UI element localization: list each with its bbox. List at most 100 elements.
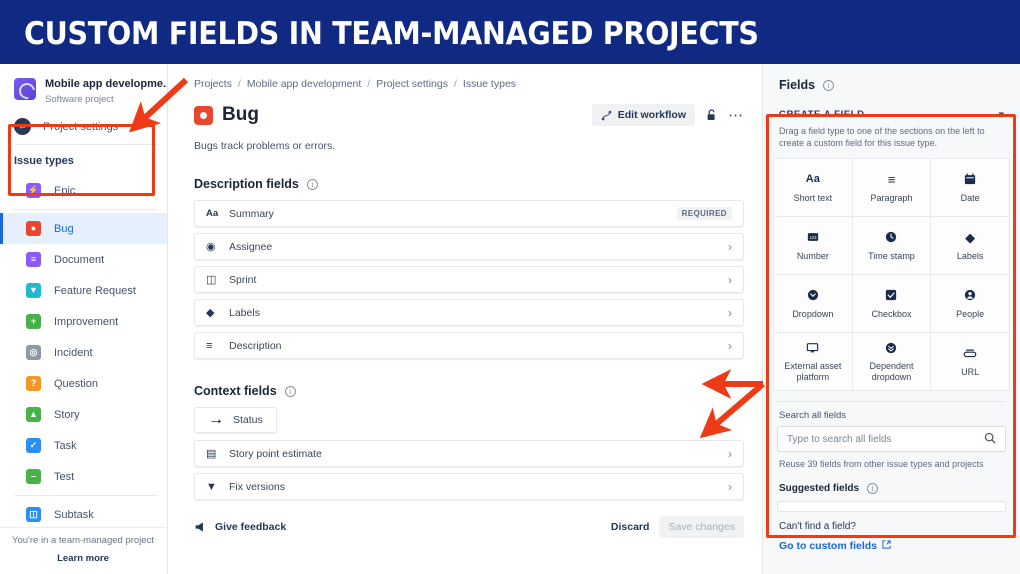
search-all-fields-label: Search all fields [779, 410, 847, 421]
app-shell: Mobile app developme... Software project… [0, 64, 1020, 574]
sidebar-item-epic[interactable]: ⚡ Epic [0, 175, 167, 206]
field-row-summary[interactable]: Aa Summary REQUIRED [194, 200, 744, 227]
sidebar-item-improvement[interactable]: + Improvement [0, 306, 167, 337]
field-type-short-text[interactable]: Aa Short text [774, 159, 852, 216]
url-icon [963, 346, 977, 361]
sidebar-item-label: Epic [54, 184, 76, 197]
create-a-field-description: Drag a field type to one of the sections… [779, 126, 985, 148]
give-feedback-label: Give feedback [215, 521, 287, 533]
reuse-fields-note: Reuse 39 fields from other issue types a… [779, 459, 984, 469]
incident-icon: ◎ [26, 345, 41, 360]
search-input[interactable] [787, 433, 984, 445]
discard-button[interactable]: Discard [611, 521, 650, 533]
more-actions-icon[interactable]: ⋯ [728, 108, 744, 123]
sidebar-item-test[interactable]: – Test [0, 461, 167, 492]
sidebar-item-task[interactable]: ✓ Task [0, 430, 167, 461]
info-icon[interactable]: i [306, 178, 318, 190]
sidebar-item-feature-request[interactable]: ▼ Feature Request [0, 275, 167, 306]
unlock-icon[interactable] [705, 108, 718, 122]
go-to-custom-fields-label: Go to custom fields [779, 540, 878, 552]
chevron-right-icon[interactable]: › [728, 480, 732, 494]
info-icon[interactable]: i [823, 79, 835, 91]
edit-workflow-button[interactable]: Edit workflow [591, 104, 695, 126]
field-type-external-asset-platform[interactable]: External asset platform [774, 333, 852, 390]
create-a-field-header[interactable]: CREATE A FIELD ▾ [773, 102, 1010, 125]
sidebar-item-story[interactable]: ▲ Story [0, 399, 167, 430]
back-arrow-icon: ← [14, 118, 31, 135]
sidebar-item-bug[interactable]: ● Bug [0, 213, 167, 244]
field-type-dropdown[interactable]: Dropdown [774, 275, 852, 332]
page-title: Bug [222, 104, 259, 125]
field-chip-status[interactable]: → Status [194, 407, 277, 433]
info-icon[interactable]: i [867, 483, 879, 494]
labels-icon: ◆ [965, 229, 976, 245]
field-row-labels[interactable]: ◆ Labels › [194, 299, 744, 326]
checkbox-icon [885, 288, 897, 303]
field-type-checkbox[interactable]: Checkbox [852, 275, 931, 332]
search-icon[interactable] [984, 432, 996, 447]
breadcrumb-separator: / [237, 78, 241, 90]
search-all-fields-box[interactable] [777, 426, 1006, 452]
epic-icon: ⚡ [26, 183, 41, 198]
breadcrumb: Projects / Mobile app development / Proj… [194, 78, 744, 90]
sidebar-footer: You're in a team-managed project Learn m… [0, 527, 166, 574]
field-type-label: Dropdown [792, 308, 834, 319]
page-actions: Edit workflow ⋯ [591, 104, 744, 126]
field-type-date[interactable]: Date [931, 159, 1009, 216]
field-type-labels[interactable]: ◆ Labels [931, 217, 1009, 274]
field-row-description[interactable]: ≡ Description › [194, 332, 744, 359]
go-to-custom-fields-link[interactable]: Go to custom fields [773, 532, 1010, 552]
sidebar-item-project-settings[interactable]: ← Project settings [0, 113, 167, 140]
page-banner: CUSTOM FIELDS IN TEAM-MANAGED PROJECTS [0, 0, 1020, 64]
field-type-people[interactable]: People [931, 275, 1009, 332]
suggested-fields-list [777, 501, 1006, 512]
field-type-time-stamp[interactable]: Time stamp [852, 217, 931, 274]
field-type-url[interactable]: URL [931, 333, 1009, 390]
banner-title: CUSTOM FIELDS IN TEAM-MANAGED PROJECTS [24, 16, 759, 52]
field-row-assignee[interactable]: ◉ Assignee › [194, 233, 744, 260]
sidebar-item-label: Story [54, 408, 80, 421]
sidebar-item-label: Improvement [54, 315, 119, 328]
project-header[interactable]: Mobile app developme... Software project [0, 64, 167, 113]
field-type-grid: Aa Short text ≡ Paragraph Date 123 Numbe… [773, 158, 1010, 391]
field-row-story-point-estimate[interactable]: ▤ Story point estimate › [194, 440, 744, 467]
field-type-dependent-dropdown[interactable]: Dependent dropdown [852, 333, 931, 390]
field-type-paragraph[interactable]: ≡ Paragraph [852, 159, 931, 216]
sidebar-item-question[interactable]: ? Question [0, 368, 167, 399]
give-feedback-button[interactable]: Give feedback [194, 521, 286, 533]
sidebar-item-document[interactable]: ≡ Document [0, 244, 167, 275]
sidebar-item-subtask[interactable]: ◫ Subtask [0, 499, 167, 530]
edit-workflow-label: Edit workflow [617, 109, 686, 121]
page-title-row: Bug Edit workflow ⋯ [194, 104, 744, 126]
field-type-number[interactable]: 123 Number [774, 217, 852, 274]
learn-more-link[interactable]: Learn more [6, 553, 160, 564]
chevron-right-icon[interactable]: › [728, 447, 732, 461]
breadcrumb-item-issue-types[interactable]: Issue types [463, 78, 516, 90]
field-type-label: Number [796, 250, 829, 261]
info-icon[interactable]: i [284, 385, 296, 397]
field-type-label: Checkbox [871, 308, 912, 319]
chevron-right-icon[interactable]: › [728, 273, 732, 287]
sidebar-item-label: Feature Request [54, 284, 136, 297]
field-row-fix-versions[interactable]: ▼ Fix versions › [194, 473, 744, 500]
number-icon: ▤ [206, 448, 217, 460]
chevron-down-icon[interactable]: ▾ [998, 108, 1004, 121]
breadcrumb-item-settings[interactable]: Project settings [376, 78, 448, 90]
chevron-right-icon[interactable]: › [728, 240, 732, 254]
sidebar-section-issue-types[interactable]: Issue types [0, 149, 167, 173]
field-row-sprint[interactable]: ◫ Sprint › [194, 266, 744, 293]
megaphone-icon [195, 522, 203, 532]
sidebar-item-label: Question [54, 377, 99, 390]
breadcrumb-item-project[interactable]: Mobile app development [247, 78, 361, 90]
sidebar-item-incident[interactable]: ◎ Incident [0, 337, 167, 368]
sidebar-item-label: Task [54, 439, 77, 452]
chevron-right-icon[interactable]: › [728, 339, 732, 353]
breadcrumb-item-projects[interactable]: Projects [194, 78, 232, 90]
main-content: Projects / Mobile app development / Proj… [168, 64, 762, 574]
bug-icon [194, 105, 213, 125]
sidebar-item-label: Test [54, 470, 75, 483]
save-changes-button[interactable]: Save changes [659, 516, 744, 538]
chevron-right-icon[interactable]: › [728, 306, 732, 320]
question-icon: ? [26, 376, 41, 391]
fields-panel-title: Fields [779, 78, 816, 92]
